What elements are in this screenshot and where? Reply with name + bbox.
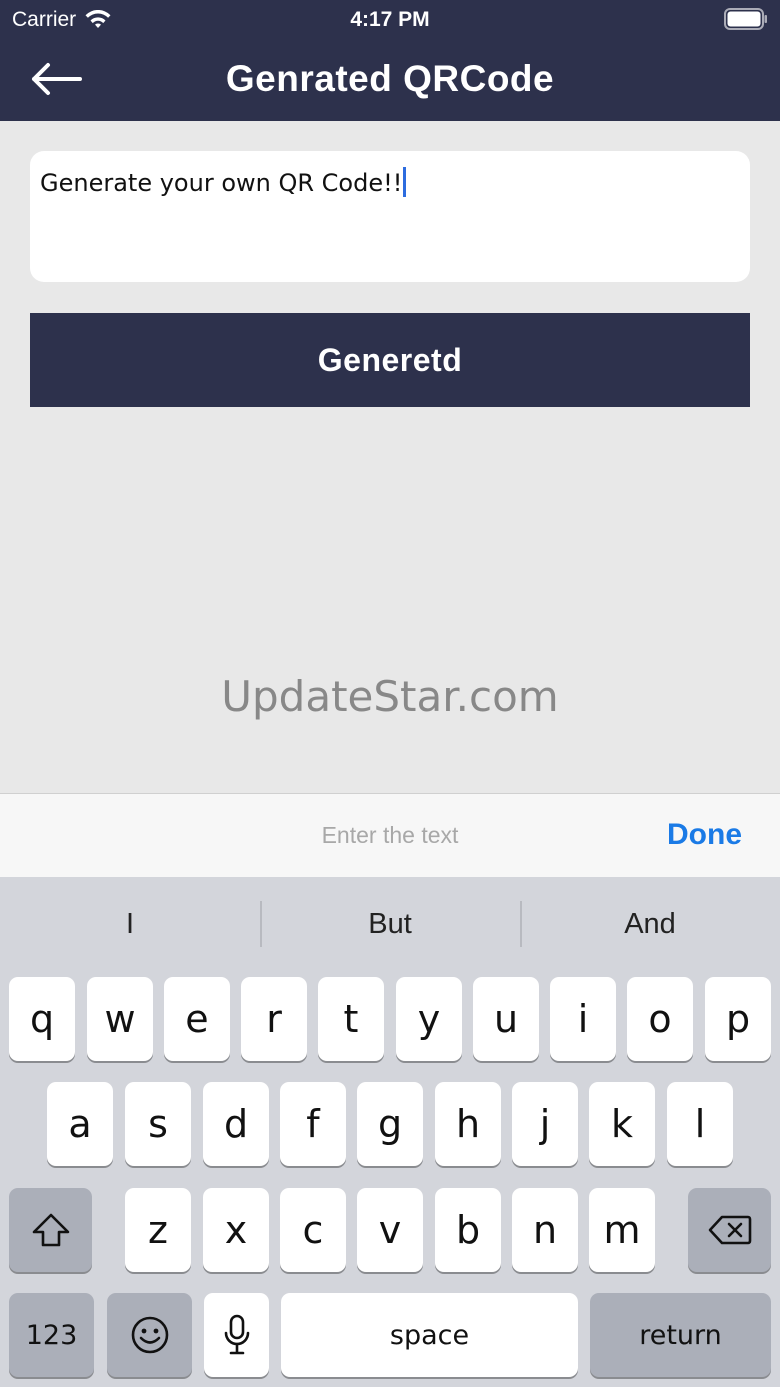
suggestion-bar: I But And: [0, 877, 780, 971]
qr-text-input[interactable]: Generate your own QR Code!!: [30, 151, 750, 282]
key-u[interactable]: u: [473, 977, 539, 1061]
key-d[interactable]: d: [203, 1082, 269, 1166]
key-l[interactable]: l: [667, 1082, 733, 1166]
status-time: 4:17 PM: [350, 8, 430, 31]
key-c[interactable]: c: [280, 1188, 346, 1272]
text-caret: [403, 167, 407, 197]
key-w[interactable]: w: [87, 977, 153, 1061]
key-o[interactable]: o: [627, 977, 693, 1061]
microphone-icon: [224, 1314, 249, 1355]
navigation-bar: Carrier 4:17 PM Genrated QRCode: [0, 0, 780, 121]
shift-icon: [32, 1213, 69, 1247]
accessory-placeholder: Enter the text: [321, 822, 459, 848]
key-y[interactable]: y: [396, 977, 462, 1061]
suggestion-item[interactable]: And: [520, 877, 780, 971]
key-p[interactable]: p: [705, 977, 771, 1061]
key-b[interactable]: b: [435, 1188, 501, 1272]
battery-icon: [724, 8, 767, 30]
key-q[interactable]: q: [9, 977, 75, 1061]
key-v[interactable]: v: [357, 1188, 423, 1272]
shift-key[interactable]: [9, 1188, 92, 1272]
key-a[interactable]: a: [47, 1082, 113, 1166]
suggestion-item[interactable]: I: [0, 877, 260, 971]
delete-key[interactable]: [688, 1188, 771, 1272]
key-e[interactable]: e: [164, 977, 230, 1061]
key-k[interactable]: k: [589, 1082, 655, 1166]
key-t[interactable]: t: [318, 977, 384, 1061]
dictation-key[interactable]: [204, 1293, 269, 1377]
suggestion-item[interactable]: But: [260, 877, 520, 971]
key-i[interactable]: i: [550, 977, 616, 1061]
return-key[interactable]: return: [590, 1293, 771, 1377]
key-x[interactable]: x: [203, 1188, 269, 1272]
key-r[interactable]: r: [241, 977, 307, 1061]
screen: Carrier 4:17 PM Genrated QRCode Generate…: [0, 0, 780, 1387]
keyboard-accessory-bar: Enter the text Done: [0, 793, 780, 877]
watermark: UpdateStar.com: [221, 672, 559, 721]
page-title: Genrated QRCode: [225, 58, 555, 99]
numbers-key[interactable]: 123: [9, 1293, 94, 1377]
keyboard: I But And q w e r t y u i o p a s d f g …: [0, 877, 780, 1387]
emoji-key[interactable]: [107, 1293, 192, 1377]
qr-text-value: Generate your own QR Code!!: [40, 169, 403, 197]
generate-button[interactable]: Generetd: [30, 313, 750, 407]
emoji-icon: [131, 1316, 168, 1354]
key-m[interactable]: m: [589, 1188, 655, 1272]
backspace-icon: [708, 1215, 751, 1245]
space-key[interactable]: space: [281, 1293, 578, 1377]
key-n[interactable]: n: [512, 1188, 578, 1272]
key-z[interactable]: z: [125, 1188, 191, 1272]
key-j[interactable]: j: [512, 1082, 578, 1166]
done-button[interactable]: Done: [667, 818, 742, 852]
key-s[interactable]: s: [125, 1082, 191, 1166]
key-g[interactable]: g: [357, 1082, 423, 1166]
key-h[interactable]: h: [435, 1082, 501, 1166]
key-f[interactable]: f: [280, 1082, 346, 1166]
